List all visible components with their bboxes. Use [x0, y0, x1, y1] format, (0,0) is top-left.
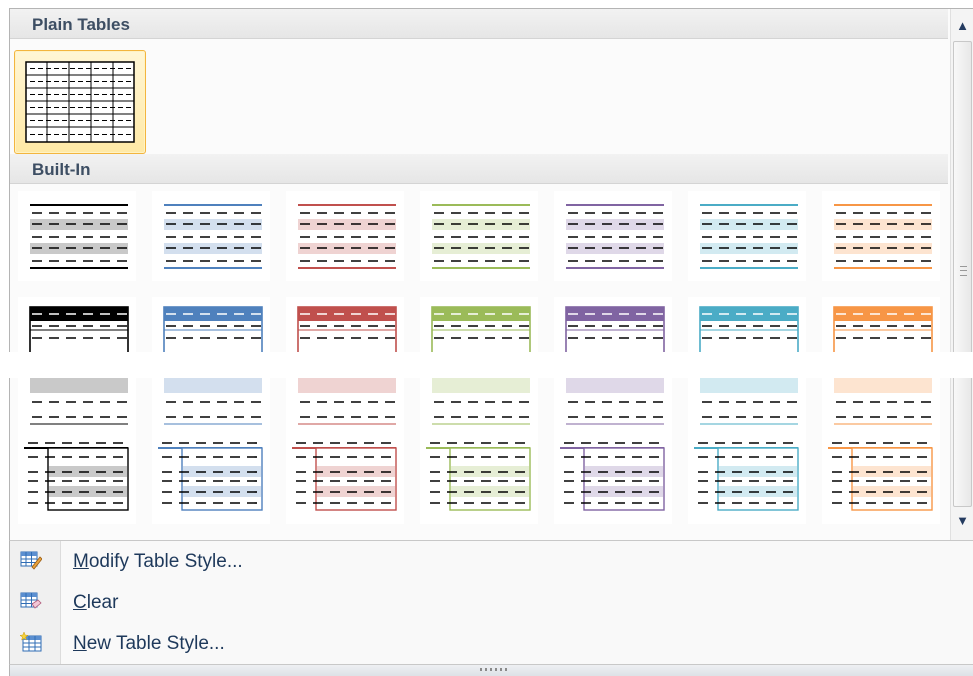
table-style-thumbnail-icon	[688, 434, 806, 524]
gallery-scrollbar[interactable]: ▲ ▼	[950, 9, 973, 541]
built-in-table-style-4-2[interactable]	[152, 434, 270, 524]
built-in-table-style-4-1[interactable]	[18, 434, 136, 524]
table-style-thumbnail-icon	[286, 434, 404, 524]
scrollbar-thumb[interactable]	[953, 41, 972, 507]
table-style-thumbnail-icon	[152, 434, 270, 524]
table-style-thumbnail-icon	[152, 191, 270, 281]
built-in-table-style-1-2[interactable]	[152, 191, 270, 281]
plain-tables-header: Plain Tables	[10, 9, 948, 39]
resize-grip-icon	[480, 668, 510, 671]
screenshot-gap	[0, 352, 973, 378]
built-in-table-style-4-5[interactable]	[554, 434, 672, 524]
modify-table-style-item[interactable]: Modify Table Style...	[10, 543, 973, 581]
plain-tables-title: Plain Tables	[32, 15, 130, 34]
table-style-menu: Modify Table Style... Clear New Table St…	[9, 540, 973, 665]
clear-item[interactable]: Clear	[10, 584, 973, 622]
scroll-up-arrow-icon[interactable]: ▲	[954, 14, 971, 36]
modify-table-style-icon	[20, 551, 42, 570]
table-style-thumbnail-icon	[420, 191, 538, 281]
built-in-table-style-1-5[interactable]	[554, 191, 672, 281]
table-style-thumbnail-icon	[554, 191, 672, 281]
built-in-table-style-1-1[interactable]	[18, 191, 136, 281]
new-table-style-item[interactable]: New Table Style...	[10, 625, 973, 663]
table-style-thumbnail-icon	[688, 191, 806, 281]
new-table-style-label: New Table Style...	[73, 633, 225, 654]
clear-table-icon	[20, 592, 42, 609]
menu-resize-handle[interactable]	[9, 664, 973, 676]
built-in-table-style-1-7[interactable]	[822, 191, 940, 281]
table-style-thumbnail-icon	[18, 434, 136, 524]
scroll-down-arrow-icon[interactable]: ▼	[954, 509, 971, 531]
built-in-table-style-1-6[interactable]	[688, 191, 806, 281]
built-in-table-style-4-4[interactable]	[420, 434, 538, 524]
table-style-gallery: Plain Tables Built-In ▲ ▼	[9, 8, 973, 541]
table-style-thumbnail-icon	[18, 191, 136, 281]
table-style-thumbnail-icon	[822, 191, 940, 281]
built-in-header: Built-In	[10, 154, 948, 184]
clear-label: Clear	[73, 592, 119, 613]
built-in-table-style-4-7[interactable]	[822, 434, 940, 524]
built-in-table-style-4-3[interactable]	[286, 434, 404, 524]
table-style-thumbnail-icon	[554, 434, 672, 524]
built-in-title: Built-In	[32, 160, 91, 179]
built-in-table-style-1-3[interactable]	[286, 191, 404, 281]
table-style-thumbnail-icon	[420, 434, 538, 524]
table-style-thumbnail-icon	[822, 434, 940, 524]
built-in-table-style-4-6[interactable]	[688, 434, 806, 524]
built-in-table-style-1-4[interactable]	[420, 191, 538, 281]
new-table-style-icon	[20, 632, 42, 652]
modify-table-style-label: Modify Table Style...	[73, 551, 243, 572]
table-grid-thumbnail-icon	[25, 61, 135, 143]
table-style-thumbnail-icon	[286, 191, 404, 281]
plain-table-grid-style[interactable]	[14, 50, 146, 154]
scroll-grip-icon	[960, 266, 967, 276]
